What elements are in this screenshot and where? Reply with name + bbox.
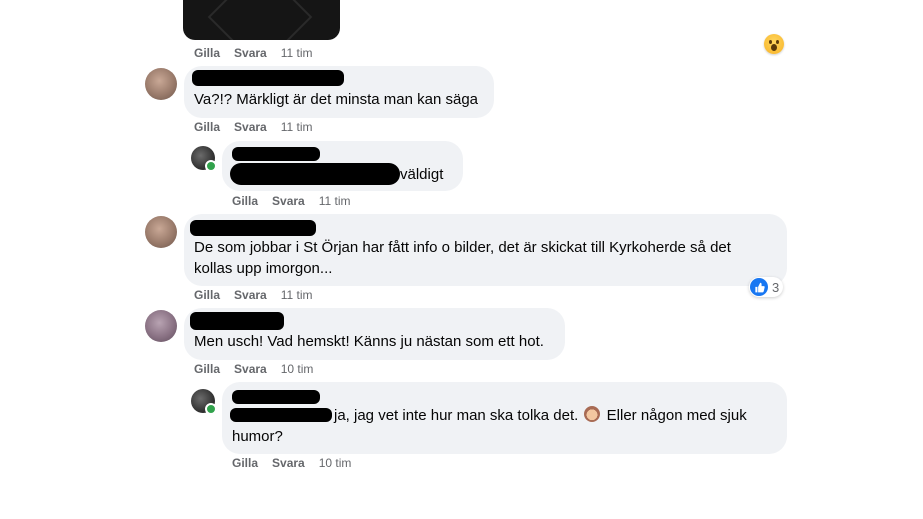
comment-text: väldigt bbox=[400, 166, 444, 183]
avatar[interactable] bbox=[145, 68, 177, 100]
comment-actions: Gilla Svara 11 tim bbox=[194, 287, 313, 303]
comment-bubble: De som jobbar i St Örjan har fått info o… bbox=[184, 214, 787, 286]
comment-actions: Gilla Svara 11 tim bbox=[194, 119, 313, 135]
comment-text-line: kollas upp imorgon... bbox=[194, 260, 333, 277]
comment-media-thumbnail[interactable] bbox=[183, 0, 340, 40]
online-status-dot bbox=[205, 160, 217, 172]
reply-button[interactable]: Svara bbox=[272, 194, 305, 208]
comment-actions: Gilla Svara 11 tim bbox=[232, 193, 351, 209]
comment-timestamp[interactable]: 11 tim bbox=[281, 288, 313, 302]
comment-bubble: Va?!? Märkligt är det minsta man kan säg… bbox=[184, 66, 494, 118]
avatar[interactable] bbox=[145, 216, 177, 248]
comment-bubble: Men usch! Vad hemskt! Känns ju nästan so… bbox=[184, 308, 565, 360]
reply-bubble: väldigt bbox=[222, 141, 463, 191]
comment-text-line: De som jobbar i St Örjan har fått info o… bbox=[194, 239, 731, 256]
like-button[interactable]: Gilla bbox=[194, 362, 220, 376]
comment-timestamp[interactable]: 11 tim bbox=[281, 120, 313, 134]
wow-reaction-icon[interactable] bbox=[764, 34, 784, 54]
reply-bubble: ja, jag vet inte hur man ska tolka det. … bbox=[222, 382, 787, 454]
like-button[interactable]: Gilla bbox=[194, 46, 220, 60]
comment-text-line: humor? bbox=[232, 428, 283, 445]
reply-button[interactable]: Svara bbox=[234, 120, 267, 134]
comment-timestamp[interactable]: 10 tim bbox=[319, 456, 352, 470]
comment-actions: Gilla Svara 10 tim bbox=[194, 361, 313, 377]
redacted-text bbox=[230, 163, 400, 185]
redacted-name bbox=[192, 70, 344, 86]
reply-button[interactable]: Svara bbox=[234, 362, 267, 376]
comment-timestamp[interactable]: 11 tim bbox=[319, 194, 351, 208]
reaction-summary[interactable]: 3 bbox=[749, 277, 784, 297]
like-button[interactable]: Gilla bbox=[194, 288, 220, 302]
comment-timestamp[interactable]: 11 tim bbox=[281, 46, 313, 60]
comment-actions: Gilla Svara 10 tim bbox=[232, 455, 351, 471]
comment-actions: Gilla Svara 11 tim bbox=[194, 45, 313, 61]
online-status-dot bbox=[205, 403, 217, 415]
redacted-name bbox=[232, 390, 320, 404]
like-button[interactable]: Gilla bbox=[232, 456, 258, 470]
comment-timestamp[interactable]: 10 tim bbox=[281, 362, 314, 376]
like-button[interactable]: Gilla bbox=[232, 194, 258, 208]
comment-text-line: ja, jag vet inte hur man ska tolka det. … bbox=[334, 406, 747, 424]
reply-button[interactable]: Svara bbox=[234, 46, 267, 60]
reply-button[interactable]: Svara bbox=[272, 456, 305, 470]
avatar[interactable] bbox=[145, 310, 177, 342]
redacted-name bbox=[190, 220, 316, 236]
redacted-name bbox=[232, 147, 320, 161]
facepalm-emoji-icon bbox=[584, 406, 601, 422]
redacted-text bbox=[230, 408, 332, 422]
like-icon bbox=[750, 278, 768, 296]
comment-text: Men usch! Vad hemskt! Känns ju nästan so… bbox=[194, 333, 544, 350]
reaction-count: 3 bbox=[772, 279, 780, 295]
reply-button[interactable]: Svara bbox=[234, 288, 267, 302]
comment-text: Va?!? Märkligt är det minsta man kan säg… bbox=[194, 91, 479, 108]
like-button[interactable]: Gilla bbox=[194, 120, 220, 134]
redacted-name bbox=[190, 312, 284, 330]
